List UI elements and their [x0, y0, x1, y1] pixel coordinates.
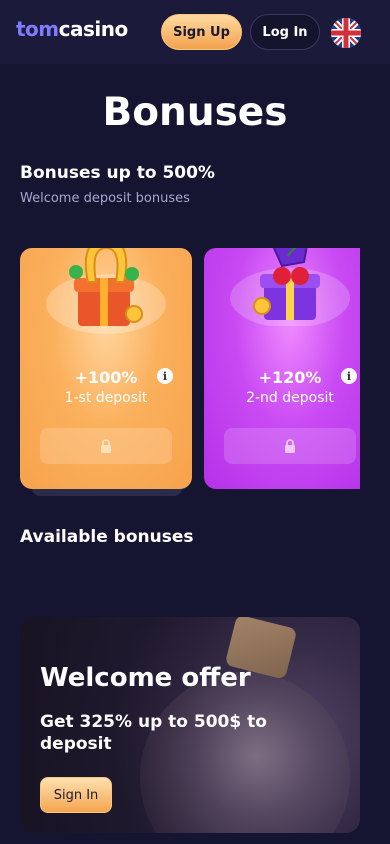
- available-bonuses-title: Available bonuses: [20, 527, 194, 547]
- sign-in-button[interactable]: Sign In: [40, 777, 112, 813]
- bonus-card-1st-deposit[interactable]: +100% i 1-st deposit: [20, 248, 192, 489]
- locked-claim-button[interactable]: [40, 428, 172, 464]
- welcome-offer-title: Welcome offer: [40, 663, 251, 693]
- deposit-label: 2-nd deposit: [246, 390, 334, 406]
- top-header: tomcasino Sign Up Log In: [0, 0, 390, 64]
- deposit-bonuses-title: Bonuses up to 500%: [20, 163, 215, 183]
- log-in-button[interactable]: Log In: [250, 14, 320, 50]
- tomcasino-logo[interactable]: tomcasino: [16, 17, 128, 41]
- bonus-card-2nd-deposit[interactable]: +120% i 2-nd deposit: [204, 248, 376, 489]
- lock-icon: [101, 439, 111, 453]
- welcome-offer-banner: Welcome offer Get 325% up to 500$ to dep…: [20, 617, 360, 833]
- carousel-edge: [360, 240, 390, 500]
- card-stack-shadow: [32, 488, 182, 496]
- logo-part-tom: tom: [16, 17, 59, 41]
- sign-up-button[interactable]: Sign Up: [161, 14, 242, 50]
- page-title: Bonuses: [102, 90, 288, 135]
- locked-claim-button[interactable]: [224, 428, 356, 464]
- deposit-label: 1-st deposit: [64, 390, 148, 406]
- horseshoe-gift-icon: [46, 248, 166, 334]
- uk-flag-icon[interactable]: [331, 18, 361, 48]
- lock-icon: [285, 439, 295, 453]
- deposit-bonuses-subtitle: Welcome deposit bonuses: [20, 191, 190, 206]
- info-icon[interactable]: i: [341, 368, 357, 384]
- welcome-offer-description: Get 325% up to 500$ to deposit: [40, 712, 267, 754]
- logo-part-casino: casino: [58, 17, 129, 41]
- cherry-gift-icon: [230, 248, 350, 326]
- info-icon[interactable]: i: [157, 368, 173, 384]
